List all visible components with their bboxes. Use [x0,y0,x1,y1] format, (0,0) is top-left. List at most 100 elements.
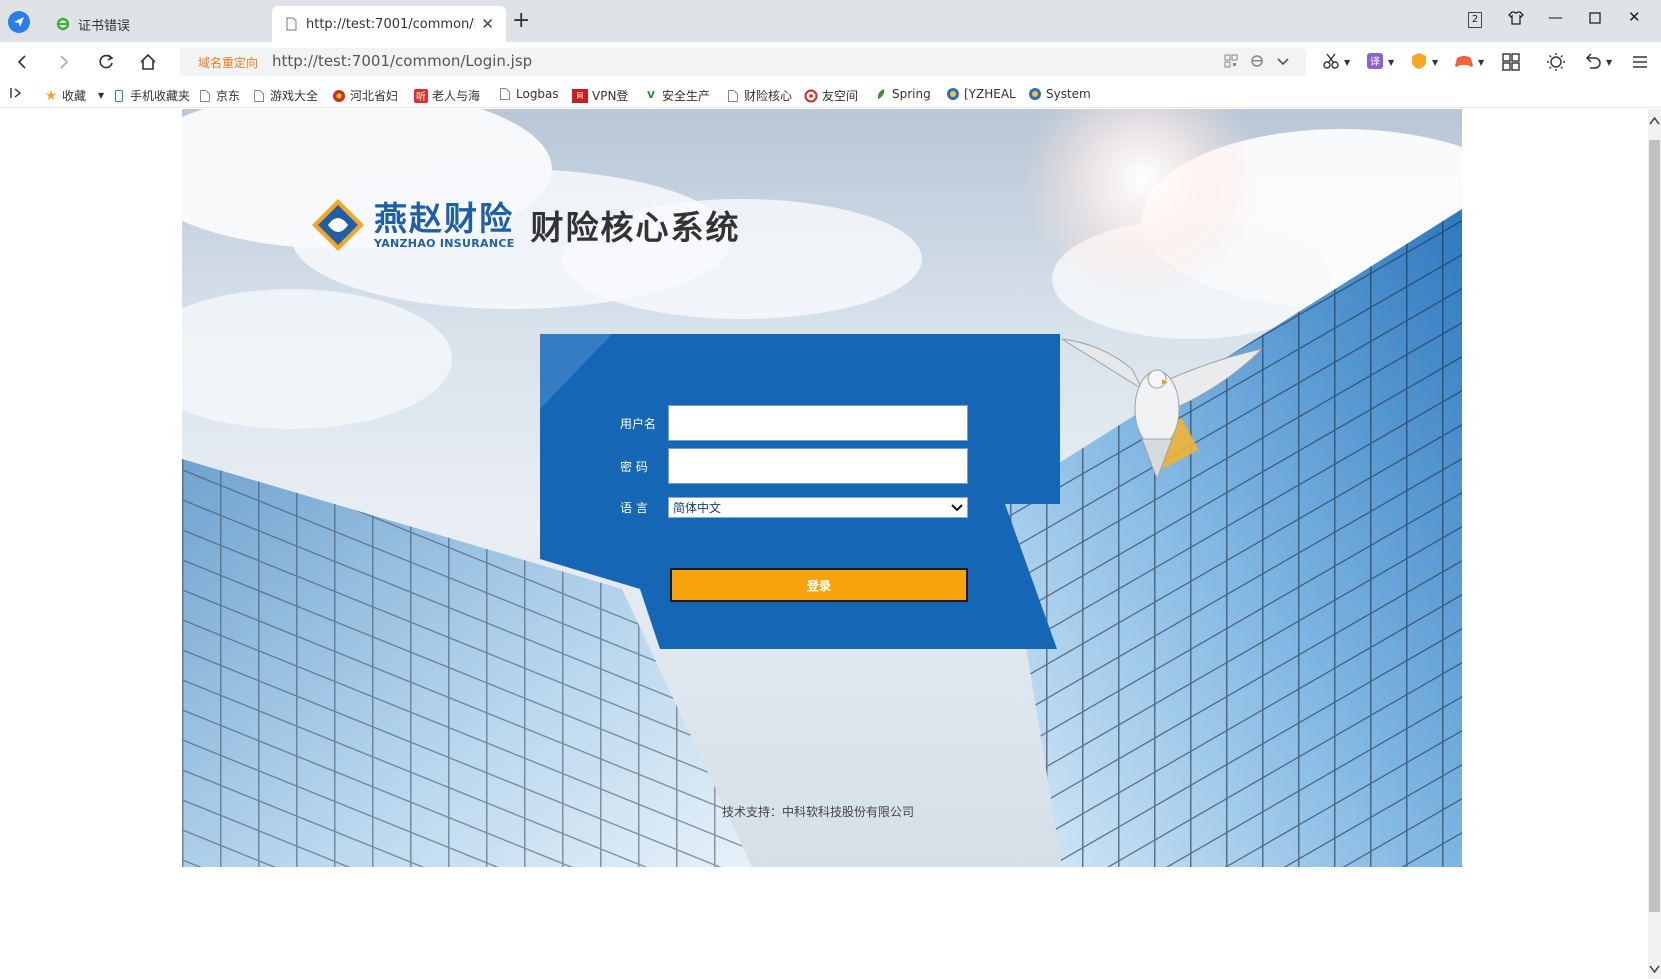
bookmark-label: Spring [892,87,931,101]
tab-login[interactable]: http://test:7001/common/Log ✕ [272,6,506,42]
globe-icon [946,87,960,101]
bookmark-logbas[interactable]: Logbas [498,87,559,101]
bookmark-safety[interactable]: V 安全生产 [644,87,710,104]
page-icon [726,89,740,103]
caret-down-icon: ▼ [1388,57,1395,67]
language-select[interactable]: 简体中文 [668,497,968,518]
username-input[interactable] [668,405,968,441]
bookmark-label: VPN登 [592,89,629,103]
emblem-icon [332,89,346,103]
bookmark-label: System [1046,87,1091,101]
bookmark-label: 收藏 [62,89,87,103]
bookmark-vpn[interactable]: 网 VPN登 [572,87,628,104]
bookmark-jd[interactable]: 京东 [198,87,240,104]
page-icon [498,87,512,101]
minimize-icon[interactable]: — [1548,8,1563,26]
home-icon[interactable] [136,50,160,74]
redirect-badge[interactable]: 域名重定向 [198,54,258,71]
bookmark-yzheal[interactable]: [YZHEAL [946,87,1016,101]
tab-title: 证书错误 [78,18,131,34]
scrollbar-thumb[interactable] [1649,140,1660,912]
brand-text: 燕赵财险 YANZHAO INSURANCE [374,198,515,250]
login-scene: 燕赵财险 YANZHAO INSURANCE 财险核心系统 用户名 密 码 语 … [182,109,1462,867]
bookmark-yonyou[interactable]: 友空间 [804,87,858,104]
translate-tool[interactable]: 译 ▼ [1366,52,1394,72]
bookmark-hebei[interactable]: 河北省妇 [332,87,398,104]
language-selected-value: 简体中文 [673,501,722,515]
bookmark-label: [YZHEAL [964,87,1016,101]
browser-logo-icon[interactable] [8,11,30,33]
page-icon [284,17,298,31]
page-viewport: 燕赵财险 YANZHAO INSURANCE 财险核心系统 用户名 密 码 语 … [0,109,1648,979]
close-window-icon[interactable]: ✕ [1628,8,1641,26]
bookmark-old-man-sea[interactable]: 听 老人与海 [414,87,480,104]
company-logo-icon [312,199,364,251]
phone-icon [112,89,126,103]
undo-tool[interactable]: ▼ [1584,52,1612,72]
brand-name-cn: 燕赵财险 [374,198,514,238]
bookmark-mobile[interactable]: 手机收藏夹 [112,87,190,104]
forward-icon[interactable] [52,50,76,74]
bookmark-favorites[interactable]: ★ 收藏 ▼ [44,87,104,104]
dropdown-chevron-icon[interactable] [1276,54,1292,70]
scissors-icon [1322,52,1340,73]
bookmark-spring[interactable]: Spring [874,87,931,101]
back-icon[interactable] [10,50,34,74]
ie-mode-icon[interactable] [1250,54,1266,70]
chevron-down-icon [951,503,963,511]
password-row: 密 码 [620,448,968,484]
navigation-bar: 域名重定向 http://test:7001/common/Login.jsp … [0,42,1661,82]
apps-grid-icon[interactable] [1502,52,1520,72]
bookmark-system[interactable]: System [1028,87,1091,101]
password-input[interactable] [668,448,968,484]
bookmark-label: 京东 [216,89,241,103]
address-bar[interactable]: 域名重定向 http://test:7001/common/Login.jsp [180,48,1306,76]
svg-text:译: 译 [1370,56,1380,68]
scroll-up-icon[interactable] [1648,115,1661,127]
caret-down-icon: ▼ [1478,57,1485,67]
login-button[interactable]: 登录 [670,568,968,602]
login-form: 用户名 密 码 语 言 简体中文 登录 [540,334,1110,663]
bookmark-label: 安全生产 [662,89,711,103]
maximize-icon[interactable] [1589,10,1601,28]
close-tab-icon[interactable]: ✕ [481,15,494,33]
screenshot-tool[interactable]: ▼ [1322,52,1350,72]
page-icon [198,89,212,103]
bookmark-label: 河北省妇 [350,89,399,103]
caret-down-icon: ▼ [1606,57,1613,67]
ie-icon [56,17,70,31]
language-label: 语 言 [620,501,648,515]
game-tool[interactable]: ▼ [1454,52,1484,72]
url-text[interactable]: http://test:7001/common/Login.jsp [272,52,1172,70]
brightness-icon[interactable] [1546,52,1566,72]
bookmarks-bar: ★ 收藏 ▼ 手机收藏夹 京东 游戏大全 河北省妇 听 老人与海 Logbas … [0,82,1661,108]
reload-icon[interactable] [94,50,118,74]
caret-down-icon: ▼ [1432,57,1439,67]
shield-tool[interactable]: ▼ [1410,52,1438,72]
vpn-icon: 网 [572,88,588,103]
skin-icon[interactable] [1508,10,1524,30]
leaf-icon [874,87,888,101]
language-row: 语 言 简体中文 [620,497,968,518]
tab-certificate-error[interactable]: 证书错误 [44,6,270,42]
star-icon: ★ [44,87,58,104]
undo-icon [1584,52,1602,73]
caret-down-icon: ▼ [98,91,105,100]
bookmark-label: 手机收藏夹 [130,89,191,103]
yonyou-icon [804,89,818,103]
bookmark-games[interactable]: 游戏大全 [252,87,318,104]
tab-count-icon[interactable]: 2 [1468,12,1482,28]
bookmark-core[interactable]: 财险核心 [726,87,792,104]
gamepad-icon [1454,52,1474,73]
sidebar-toggle-icon[interactable] [10,87,22,99]
tab-title: http://test:7001/common/Log [306,16,475,32]
qr-code-icon[interactable] [1224,54,1240,70]
shield-icon [1410,52,1428,73]
tab-bar: 证书错误 http://test:7001/common/Log ✕ + 2 —… [0,0,1661,42]
bookmark-label: Logbas [516,87,559,101]
bookmark-label: 财险核心 [744,89,793,103]
scroll-down-icon[interactable] [1648,963,1661,975]
new-tab-button[interactable]: + [512,10,530,32]
brand-header: 燕赵财险 YANZHAO INSURANCE 财险核心系统 [310,197,741,253]
menu-icon[interactable] [1632,52,1648,72]
